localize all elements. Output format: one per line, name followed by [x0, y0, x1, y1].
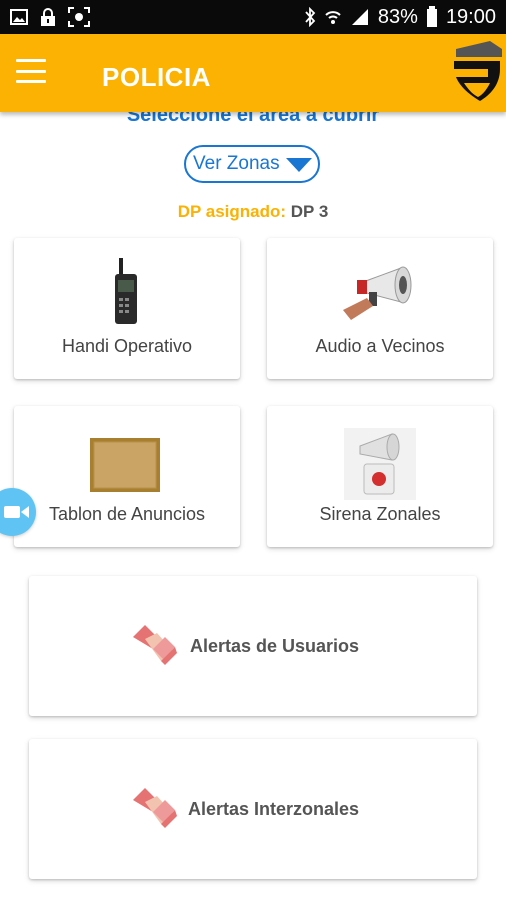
radio-icon	[115, 258, 137, 324]
battery-icon	[426, 6, 437, 27]
card-label: Alertas de Usuarios	[190, 636, 360, 656]
zone-select-dropdown[interactable]: Ver Zonas	[184, 145, 320, 183]
card-label: Tablon de Anuncios	[48, 504, 206, 524]
handshake-icon	[133, 625, 177, 665]
status-bar: 83% 19:00	[0, 0, 506, 34]
card-label: Alertas Interzonales	[188, 799, 360, 819]
battery-percent: 83%	[377, 5, 418, 28]
status-right-icons: 83% 19:00	[304, 4, 496, 30]
clock: 19:00	[445, 5, 496, 28]
dp-label: DP asignado:	[177, 202, 287, 221]
card-label: Sirena Zonales	[319, 504, 441, 524]
app-bar: POLICIA	[0, 34, 506, 112]
wifi-icon	[325, 11, 341, 24]
card-label: Handi Operativo	[61, 336, 193, 356]
card-alertas-interzonales[interactable]: Alertas Interzonales	[29, 739, 477, 879]
card-audio-vecinos[interactable]: Audio a Vecinos	[267, 238, 493, 379]
screenshot-icon	[68, 7, 90, 27]
card-sirena-zonales[interactable]: Sirena Zonales	[267, 406, 493, 547]
image-icon	[10, 9, 28, 25]
assigned-dp: DP asignado: DP 3	[0, 202, 506, 222]
hamburger-icon[interactable]	[16, 59, 46, 83]
dp-value: DP 3	[290, 202, 329, 221]
signal-icon	[351, 9, 368, 25]
card-tablon-anuncios[interactable]: Tablon de Anuncios	[14, 406, 240, 547]
shield-logo	[454, 41, 502, 101]
card-label: Audio a Vecinos	[315, 336, 445, 356]
lock-icon	[41, 8, 55, 26]
zone-select-label: Ver Zonas	[193, 153, 280, 174]
app-title: POLICIA	[102, 62, 211, 92]
siren-icon	[344, 428, 416, 500]
status-left-icons	[10, 7, 90, 27]
bluetooth-icon	[305, 7, 316, 27]
handshake-icon	[133, 788, 177, 828]
megaphone-icon	[343, 266, 412, 320]
corkboard-icon	[90, 438, 160, 492]
card-alertas-usuarios[interactable]: Alertas de Usuarios	[29, 576, 477, 716]
card-handi-operativo[interactable]: Handi Operativo	[14, 238, 240, 379]
dropdown-triangle-icon	[286, 158, 312, 172]
video-camera-icon	[4, 506, 29, 518]
